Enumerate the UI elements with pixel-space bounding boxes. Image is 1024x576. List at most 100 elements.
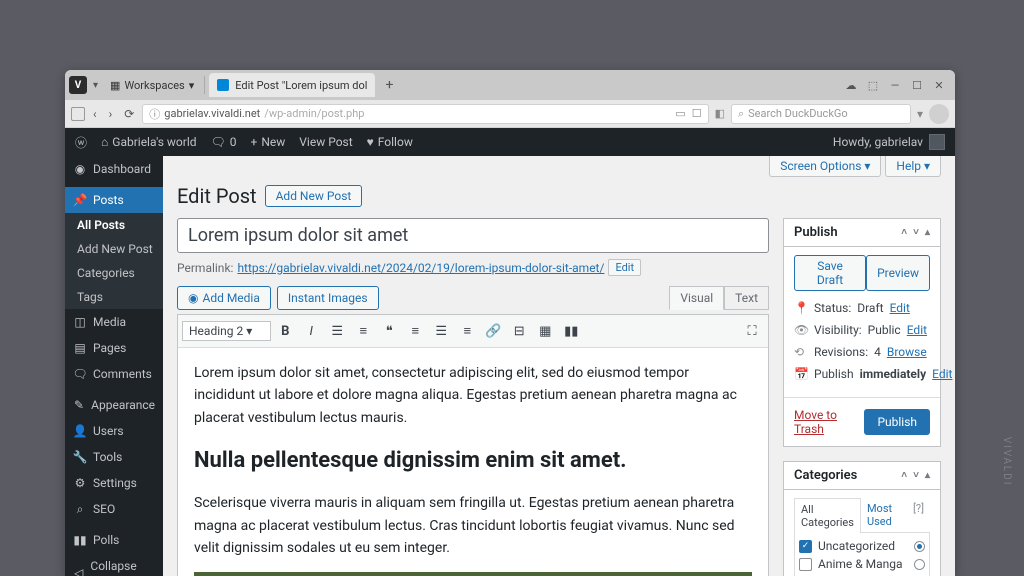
menu-v-icon[interactable]: ▾ bbox=[93, 80, 98, 91]
content-paragraph: Scelerisque viverra mauris in aliquam se… bbox=[194, 492, 752, 559]
category-primary-radio[interactable] bbox=[914, 559, 925, 570]
post-title-input[interactable] bbox=[177, 218, 769, 253]
chart-button[interactable]: ▮▮ bbox=[559, 319, 583, 343]
site-link[interactable]: ⌂ Gabriela's world bbox=[101, 135, 197, 149]
category-item[interactable]: ✓Uncategorized bbox=[799, 537, 925, 555]
fullscreen-button[interactable]: ⛶ bbox=[740, 319, 764, 343]
content-image[interactable] bbox=[194, 572, 752, 576]
menu-pages[interactable]: ▤Pages bbox=[65, 335, 163, 361]
category-checkbox[interactable]: ✓ bbox=[799, 540, 812, 553]
align-center-button[interactable]: ☰ bbox=[429, 319, 453, 343]
panel-toggle-button[interactable] bbox=[71, 107, 85, 121]
category-primary-radio[interactable] bbox=[914, 541, 925, 552]
bold-button[interactable]: B bbox=[273, 319, 297, 343]
edit-permalink-button[interactable]: Edit bbox=[608, 259, 641, 276]
submenu-tags[interactable]: Tags bbox=[65, 285, 163, 309]
menu-posts[interactable]: 📌Posts bbox=[65, 187, 163, 213]
italic-button[interactable]: I bbox=[299, 319, 323, 343]
toolbar-toggle-button[interactable]: ▦ bbox=[533, 319, 557, 343]
link-button[interactable]: 🔗 bbox=[481, 319, 505, 343]
categories-help-icon[interactable]: [?] bbox=[907, 498, 930, 532]
box-up-icon[interactable]: ˄ bbox=[901, 470, 907, 481]
format-select[interactable]: Heading 2 ▾ bbox=[182, 321, 271, 341]
tab-most-used[interactable]: Most Used bbox=[861, 498, 907, 532]
number-list-button[interactable]: ≡ bbox=[351, 319, 375, 343]
move-to-trash-link[interactable]: Move to Trash bbox=[794, 408, 864, 436]
forward-button[interactable]: › bbox=[107, 105, 115, 123]
menu-collapse[interactable]: ◁Collapse menu bbox=[65, 553, 163, 576]
align-right-button[interactable]: ≡ bbox=[455, 319, 479, 343]
menu-users[interactable]: 👤Users bbox=[65, 418, 163, 444]
avatar-icon[interactable] bbox=[929, 134, 945, 150]
edit-visibility-link[interactable]: Edit bbox=[907, 323, 927, 337]
submenu-categories[interactable]: Categories bbox=[65, 261, 163, 285]
browse-revisions-link[interactable]: Browse bbox=[887, 345, 927, 359]
close-button[interactable]: ✕ bbox=[933, 79, 945, 91]
bullet-list-button[interactable]: ☰ bbox=[325, 319, 349, 343]
permalink-link[interactable]: https://gabrielav.vivaldi.net/2024/02/19… bbox=[237, 261, 604, 275]
category-checkbox[interactable] bbox=[799, 558, 812, 571]
tab-all-categories[interactable]: All Categories bbox=[794, 498, 861, 533]
save-draft-button[interactable]: Save Draft bbox=[794, 255, 866, 291]
screen-options-tab[interactable]: Screen Options ▾ bbox=[769, 156, 881, 177]
box-toggle-icon[interactable]: ▴ bbox=[925, 470, 930, 481]
new-tab-button[interactable]: + bbox=[379, 75, 399, 95]
blocker-icon[interactable]: ◧ bbox=[715, 107, 725, 120]
editor-content-area[interactable]: Lorem ipsum dolor sit amet, consectetur … bbox=[178, 348, 768, 576]
bookmark-icon[interactable]: ☐ bbox=[692, 107, 702, 120]
follow-link[interactable]: ♥ Follow bbox=[367, 135, 413, 149]
browser-tab[interactable]: Edit Post "Lorem ipsum dol bbox=[209, 73, 375, 97]
search-input[interactable]: ⌕ Search DuckDuckGo bbox=[731, 104, 911, 124]
instant-images-button[interactable]: Instant Images bbox=[277, 286, 379, 310]
submenu-all-posts[interactable]: All Posts bbox=[65, 213, 163, 237]
menu-settings[interactable]: ⚙Settings bbox=[65, 470, 163, 496]
category-list[interactable]: ✓UncategorizedAnime & MangaBrowserDesign… bbox=[794, 532, 930, 576]
maximize-button[interactable]: ☐ bbox=[911, 79, 923, 91]
preview-button[interactable]: Preview bbox=[866, 255, 930, 291]
menu-media[interactable]: ◫Media bbox=[65, 309, 163, 335]
vivaldi-logo-icon[interactable]: V bbox=[69, 76, 87, 94]
reload-button[interactable]: ⟳ bbox=[122, 105, 136, 123]
cloud-icon[interactable]: ☁ bbox=[845, 79, 857, 91]
wp-logo-icon[interactable]: ⓦ bbox=[75, 134, 87, 151]
back-button[interactable]: ‹ bbox=[91, 105, 99, 123]
align-left-button[interactable]: ≡ bbox=[403, 319, 427, 343]
tab-text[interactable]: Text bbox=[724, 286, 769, 310]
box-down-icon[interactable]: ˅ bbox=[913, 227, 919, 238]
submenu-add-new[interactable]: Add New Post bbox=[65, 237, 163, 261]
sync-icon[interactable]: ⬚ bbox=[867, 79, 879, 91]
url-input[interactable]: ⓘ gabrielav.vivaldi.net/wp-admin/post.ph… bbox=[142, 104, 708, 124]
quote-button[interactable]: ❝ bbox=[377, 319, 401, 343]
site-info-icon[interactable]: ⓘ bbox=[149, 106, 160, 122]
new-link[interactable]: + New bbox=[251, 135, 286, 149]
add-new-post-button[interactable]: Add New Post bbox=[265, 185, 363, 207]
more-button[interactable]: ⊟ bbox=[507, 319, 531, 343]
box-up-icon[interactable]: ˄ bbox=[901, 227, 907, 238]
add-media-button[interactable]: ◉Add Media bbox=[177, 286, 271, 310]
tab-visual[interactable]: Visual bbox=[669, 286, 724, 310]
edit-status-link[interactable]: Edit bbox=[890, 301, 910, 315]
edit-date-link[interactable]: Edit bbox=[932, 367, 952, 381]
menu-tools[interactable]: 🔧Tools bbox=[65, 444, 163, 470]
permalink-label: Permalink: bbox=[177, 261, 233, 275]
profile-button[interactable] bbox=[929, 104, 949, 124]
menu-seo[interactable]: ⌕SEO bbox=[65, 496, 163, 522]
publish-button[interactable]: Publish bbox=[864, 409, 930, 435]
menu-comments[interactable]: 🗨Comments bbox=[65, 361, 163, 387]
help-tab[interactable]: Help ▾ bbox=[885, 156, 941, 177]
appearance-icon: ✎ bbox=[73, 398, 85, 412]
category-item[interactable]: Anime & Manga bbox=[799, 555, 925, 573]
comments-link[interactable]: 🗨 0 bbox=[211, 135, 237, 149]
menu-dashboard[interactable]: ◉Dashboard bbox=[65, 156, 163, 182]
pin-icon: 📍 bbox=[794, 301, 808, 315]
menu-appearance[interactable]: ✎Appearance bbox=[65, 392, 163, 418]
view-post-link[interactable]: View Post bbox=[299, 135, 352, 149]
reader-icon[interactable]: ▭ bbox=[675, 107, 685, 120]
box-down-icon[interactable]: ˅ bbox=[913, 470, 919, 481]
box-toggle-icon[interactable]: ▴ bbox=[925, 227, 930, 238]
howdy-text[interactable]: Howdy, gabrielav bbox=[833, 135, 923, 149]
extensions-icon[interactable]: ▾ bbox=[917, 107, 923, 121]
menu-polls[interactable]: ▮▮Polls bbox=[65, 527, 163, 553]
minimize-button[interactable]: — bbox=[889, 79, 901, 91]
workspaces-button[interactable]: ▦ Workspaces ▾ bbox=[104, 76, 200, 95]
